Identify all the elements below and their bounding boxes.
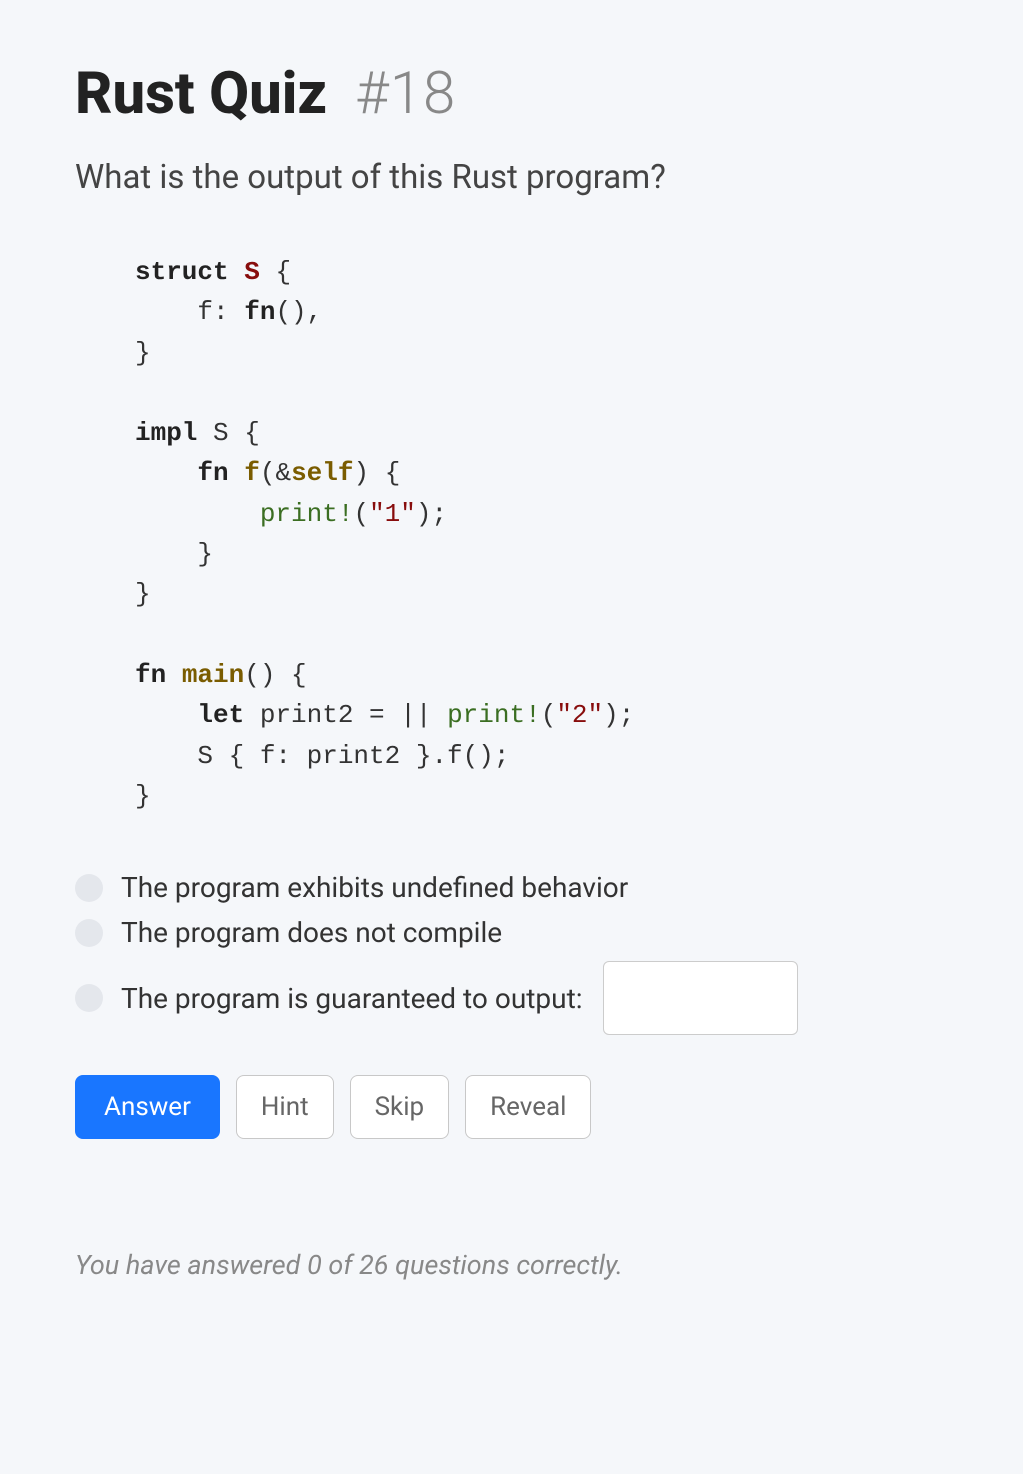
output-input[interactable] (603, 961, 798, 1035)
score-text: You have answered 0 of 26 questions corr… (75, 1249, 948, 1281)
button-row: Answer Hint Skip Reveal (75, 1075, 948, 1139)
skip-button[interactable]: Skip (350, 1075, 450, 1139)
option-not-compile[interactable]: The program does not compile (75, 916, 948, 949)
header: Rust Quiz #18 (75, 60, 948, 128)
quiz-number: #18 (355, 60, 456, 128)
reveal-button[interactable]: Reveal (465, 1075, 591, 1139)
code-block: struct S { f: fn(), } impl S { fn f(&sel… (135, 252, 948, 816)
question-text: What is the output of this Rust program? (75, 158, 948, 197)
page-title: Rust Quiz (75, 60, 327, 128)
radio-icon[interactable] (75, 874, 103, 902)
option-label: The program does not compile (121, 916, 502, 949)
answer-button[interactable]: Answer (75, 1075, 220, 1139)
radio-icon[interactable] (75, 919, 103, 947)
option-guaranteed-output[interactable]: The program is guaranteed to output: (75, 961, 948, 1035)
option-undefined-behavior[interactable]: The program exhibits undefined behavior (75, 871, 948, 904)
option-label: The program is guaranteed to output: (121, 982, 583, 1015)
answer-options: The program exhibits undefined behavior … (75, 871, 948, 1035)
option-label: The program exhibits undefined behavior (121, 871, 628, 904)
radio-icon[interactable] (75, 984, 103, 1012)
hint-button[interactable]: Hint (236, 1075, 334, 1139)
